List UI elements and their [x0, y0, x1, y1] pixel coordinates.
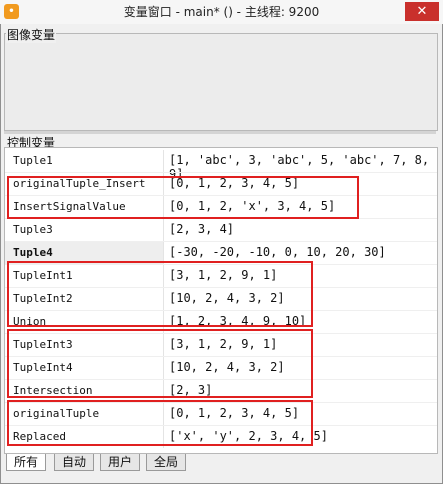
control-variables-table: Tuple1 [1, 'abc', 3, 'abc', 5, 'abc', 7,…	[4, 147, 438, 454]
variable-name: originalTuple_Insert	[13, 177, 146, 190]
column-divider	[163, 196, 164, 218]
variable-row-tupleint1[interactable]: TupleInt1 [3, 1, 2, 9, 1]	[5, 265, 437, 287]
variable-value: [10, 2, 4, 3, 2]	[169, 360, 285, 374]
variable-value: [0, 1, 2, 'x', 3, 4, 5]	[169, 199, 336, 213]
image-variables-label: 图像变量	[6, 26, 57, 43]
window-title: 变量窗口 - main* () - 主线程: 9200	[123, 5, 320, 19]
image-variables-panel	[4, 33, 438, 131]
column-divider	[163, 242, 164, 264]
variable-row-originaltuple-insert[interactable]: originalTuple_Insert [0, 1, 2, 3, 4, 5]	[5, 173, 437, 195]
variable-row-tuple3[interactable]: Tuple3 [2, 3, 4]	[5, 219, 437, 241]
column-divider	[163, 357, 164, 379]
variable-scope-tabs: 所有 自动 用户 全局	[4, 454, 438, 471]
panel-splitter[interactable]	[4, 131, 436, 134]
column-divider	[163, 403, 164, 425]
variable-row-insertsignalvalue[interactable]: InsertSignalValue [0, 1, 2, 'x', 3, 4, 5…	[5, 196, 437, 218]
column-divider	[163, 173, 164, 195]
column-divider	[163, 426, 164, 448]
tab-auto[interactable]: 自动	[54, 454, 95, 471]
variable-row-union[interactable]: Union [1, 2, 3, 4, 9, 10]	[5, 311, 437, 333]
variable-name: TupleInt2	[13, 292, 73, 305]
tab-global[interactable]: 全局	[146, 454, 187, 471]
column-divider	[163, 311, 164, 333]
variable-value: [10, 2, 4, 3, 2]	[169, 291, 285, 305]
variable-name: TupleInt4	[13, 361, 73, 374]
variable-name: Tuple4	[13, 246, 53, 259]
column-divider	[163, 219, 164, 241]
column-divider	[163, 265, 164, 287]
column-divider	[163, 288, 164, 310]
close-button[interactable]: ✕	[405, 2, 439, 21]
column-divider	[163, 380, 164, 402]
tab-user[interactable]: 用户	[100, 454, 141, 471]
variable-name: TupleInt3	[13, 338, 73, 351]
column-divider	[163, 150, 164, 172]
variable-name: Intersection	[13, 384, 93, 397]
variable-row-tuple1[interactable]: Tuple1 [1, 'abc', 3, 'abc', 5, 'abc', 7,…	[5, 150, 437, 181]
variable-row-replaced[interactable]: Replaced ['x', 'y', 2, 3, 4, 5]	[5, 426, 437, 448]
variable-name: originalTuple	[13, 407, 100, 420]
variable-row-originaltuple[interactable]: originalTuple [0, 1, 2, 3, 4, 5]	[5, 403, 437, 425]
variable-value: [2, 3]	[169, 383, 213, 397]
column-divider	[163, 334, 164, 356]
variable-row-intersection[interactable]: Intersection [2, 3]	[5, 380, 437, 402]
variable-row-tuple4[interactable]: Tuple4 [-30, -20, -10, 0, 10, 20, 30]	[5, 242, 437, 264]
variable-name: Union	[13, 315, 47, 328]
variable-value: [0, 1, 2, 3, 4, 5]	[169, 176, 300, 190]
variable-name: TupleInt1	[13, 269, 73, 282]
variable-row-tupleint2[interactable]: TupleInt2 [10, 2, 4, 3, 2]	[5, 288, 437, 310]
variable-value: [2, 3, 4]	[169, 222, 235, 236]
variable-value: [0, 1, 2, 3, 4, 5]	[169, 406, 300, 420]
variable-name: Tuple3	[13, 223, 53, 236]
variable-value: [3, 1, 2, 9, 1]	[169, 268, 278, 282]
variable-name: Tuple1	[13, 154, 53, 167]
variable-row-tupleint3[interactable]: TupleInt3 [3, 1, 2, 9, 1]	[5, 334, 437, 356]
variable-value: [3, 1, 2, 9, 1]	[169, 337, 278, 351]
variable-name: Replaced	[13, 430, 66, 443]
variable-name: InsertSignalValue	[13, 200, 126, 213]
variable-row-tupleint4[interactable]: TupleInt4 [10, 2, 4, 3, 2]	[5, 357, 437, 379]
variable-value: [1, 2, 3, 4, 9, 10]	[169, 314, 307, 328]
variable-value: ['x', 'y', 2, 3, 4, 5]	[169, 429, 328, 443]
variable-value: [-30, -20, -10, 0, 10, 20, 30]	[169, 245, 386, 259]
title-bar: • 变量窗口 - main* () - 主线程: 9200 ✕	[0, 0, 443, 25]
tab-all[interactable]: 所有	[6, 454, 47, 471]
